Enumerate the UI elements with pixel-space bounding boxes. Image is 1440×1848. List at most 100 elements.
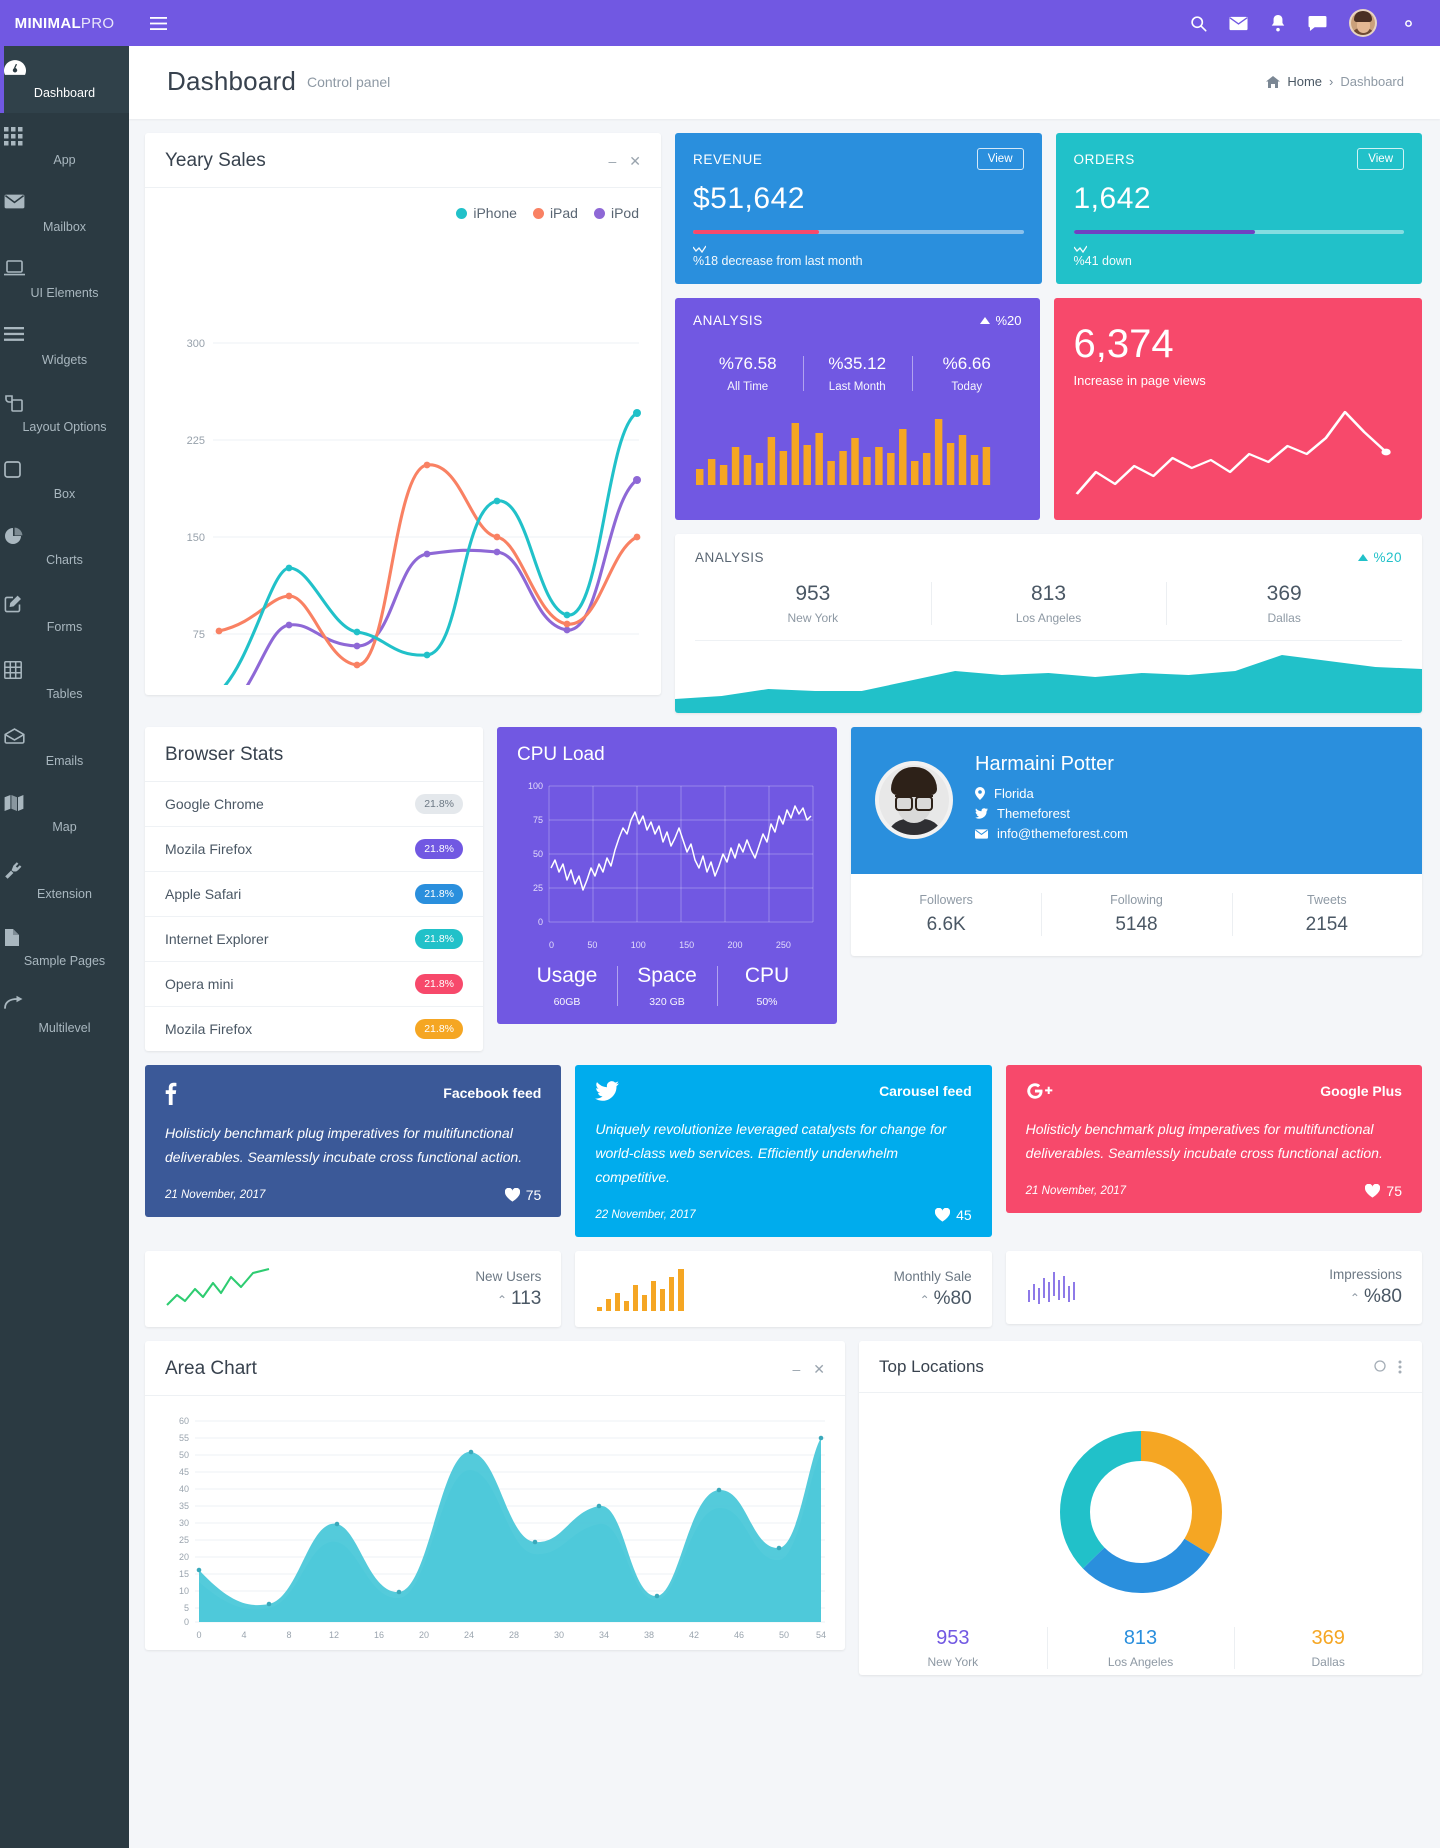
heart-icon — [504, 1188, 520, 1202]
feed-date: 21 November, 2017 — [165, 1189, 266, 1202]
svg-text:25: 25 — [179, 1535, 189, 1545]
orders-progress — [1073, 230, 1404, 234]
sidebar-item-charts[interactable]: Charts — [0, 513, 129, 580]
analysis-cell: %76.58 All Time — [693, 354, 803, 393]
stat-tiles-column: REVENUE View $51,642 %18 decrease from l… — [675, 133, 1422, 713]
avatar[interactable] — [1349, 9, 1377, 37]
brand-logo[interactable]: MINIMAL PRO — [0, 0, 129, 46]
list-item[interactable]: Mozila Firefox 21.8% — [145, 1007, 483, 1051]
analysis-wide-delta: %20 — [1373, 550, 1402, 565]
browser-name: Mozila Firefox — [165, 1021, 253, 1037]
close-icon[interactable]: ✕ — [629, 153, 641, 170]
cpu-xtick: 150 — [679, 940, 695, 950]
stat-label: Following — [1110, 893, 1163, 907]
sidebar-item-extension[interactable]: Extension — [0, 847, 129, 914]
feed-body: Uniquely revolutionize leveraged catalys… — [595, 1121, 947, 1186]
svg-text:30: 30 — [554, 1630, 564, 1640]
sidebar-item-forms[interactable]: Forms — [0, 580, 129, 647]
location-label: Dallas — [1311, 1655, 1345, 1670]
edit-icon — [4, 594, 125, 614]
sidebar-item-dashboard[interactable]: Dashboard — [0, 46, 129, 113]
sidebar-item-emails[interactable]: Emails — [0, 714, 129, 781]
analysis-cell-value: %76.58 — [718, 354, 777, 373]
card-title: Browser Stats — [165, 744, 284, 765]
revenue-view-button[interactable]: View — [976, 148, 1024, 170]
orders-view-button[interactable]: View — [1357, 148, 1404, 170]
svg-text:55: 55 — [179, 1433, 189, 1443]
analysis-cell-label: All Time — [727, 381, 769, 393]
sidebar-item-label: Tables — [46, 686, 83, 701]
list-item[interactable]: Google Chrome 21.8% — [145, 782, 483, 827]
open-envelope-icon — [4, 727, 125, 748]
sidebar-item-widgets[interactable]: Widgets — [0, 313, 129, 380]
hamburger-icon[interactable] — [150, 16, 167, 30]
sidebar-item-app[interactable]: App — [0, 113, 129, 180]
sidebar-item-mailbox[interactable]: Mailbox — [0, 180, 129, 247]
sidebar-item-sample-pages[interactable]: Sample Pages — [0, 914, 129, 981]
svg-text:0: 0 — [538, 917, 543, 927]
sidebar-item-tables[interactable]: Tables — [0, 647, 129, 714]
svg-text:20: 20 — [419, 1630, 429, 1640]
cpu-load-chart: 100 75 50 25 0 — [528, 781, 814, 927]
minimize-icon[interactable]: – — [608, 153, 616, 170]
more-vertical-icon[interactable] — [1398, 1360, 1402, 1374]
close-icon[interactable]: ✕ — [813, 1361, 825, 1378]
list-item[interactable]: Internet Explorer 21.8% — [145, 917, 483, 962]
revenue-value: $51,642 — [693, 182, 805, 215]
pie-chart-icon — [4, 527, 125, 547]
sidebar-item-map[interactable]: Map — [0, 780, 129, 847]
top-location-cell: 813 Los Angeles — [1046, 1627, 1235, 1670]
gear-icon[interactable] — [1399, 14, 1418, 33]
sidebar-item-layout-options[interactable]: Layout Options — [0, 380, 129, 447]
status-badge: 21.8% — [415, 929, 463, 949]
stat-label: Followers — [919, 893, 973, 907]
feed-likes[interactable]: 45 — [935, 1207, 972, 1223]
revenue-tile: REVENUE View $51,642 %18 decrease from l… — [675, 133, 1042, 284]
feed-likes[interactable]: 75 — [1365, 1183, 1402, 1199]
analysis-wide-cells: 953 New York 813 Los Angeles 369 Dallas — [695, 565, 1402, 641]
list-item[interactable]: Mozila Firefox 21.8% — [145, 827, 483, 872]
orders-footnote-row: %41 down — [1073, 245, 1405, 268]
minimize-icon[interactable]: – — [792, 1361, 800, 1378]
profile-email-row: info@themeforest.com — [975, 826, 1128, 841]
circle-icon[interactable] — [1374, 1360, 1386, 1374]
sidebar-item-ui-elements[interactable]: UI Elements — [0, 246, 129, 313]
browser-name: Apple Safari — [165, 886, 242, 902]
chat-icon[interactable] — [1308, 15, 1327, 32]
svg-text:34: 34 — [599, 1630, 609, 1640]
impressions-card: Impressions ⌃ %80 — [1005, 1251, 1422, 1325]
legend-item-iphone[interactable]: iPhone — [456, 205, 517, 221]
feed-likes[interactable]: 75 — [504, 1187, 541, 1203]
browser-name: Mozila Firefox — [165, 841, 253, 857]
sidebar-item-multilevel[interactable]: Multilevel — [0, 981, 129, 1048]
list-item[interactable]: Apple Safari 21.8% — [145, 872, 483, 917]
table-icon — [4, 660, 125, 681]
location-value: 369 — [1311, 1627, 1345, 1650]
breadcrumb-home[interactable]: Home — [1287, 74, 1322, 89]
mini-stat-value: %80 — [1363, 1286, 1402, 1308]
brand-part-2: PRO — [80, 14, 115, 32]
svg-text:30: 30 — [179, 1518, 189, 1528]
sidebar-item-label: Charts — [46, 553, 83, 568]
browser-name: Opera mini — [165, 976, 234, 992]
sidebar-item-box[interactable]: Box — [0, 447, 129, 514]
list-item[interactable]: Opera mini 21.8% — [145, 962, 483, 1007]
profile-stat-cell: Tweets 2154 — [1231, 893, 1422, 936]
legend-item-ipod[interactable]: iPod — [593, 205, 639, 221]
top-locations-card: Top Locations 953 New York 813 Los Angel… — [859, 1341, 1422, 1676]
mini-stat-label: Monthly Sale — [893, 1268, 972, 1284]
card-header: Browser Stats — [145, 727, 483, 782]
profile-twitter-row: Themeforest — [975, 806, 1128, 821]
row-mini-stats: New Users ⌃ 113 Monthly Sale ⌃ %80 Impre… — [145, 1251, 1422, 1328]
cell-value: 369 — [1266, 582, 1302, 605]
svg-text:24: 24 — [464, 1630, 474, 1640]
mail-icon[interactable] — [1229, 16, 1248, 31]
facebook-icon — [165, 1081, 177, 1105]
svg-text:60: 60 — [179, 1416, 189, 1426]
heart-icon — [935, 1208, 951, 1222]
bell-icon[interactable] — [1270, 14, 1286, 32]
row-overview: Yeary Sales – ✕ iPhone iPad iPod 300 225… — [145, 133, 1422, 713]
search-icon[interactable] — [1190, 15, 1207, 32]
sidebar-item-label: Map — [52, 820, 77, 835]
legend-item-ipad[interactable]: iPad — [532, 205, 578, 221]
